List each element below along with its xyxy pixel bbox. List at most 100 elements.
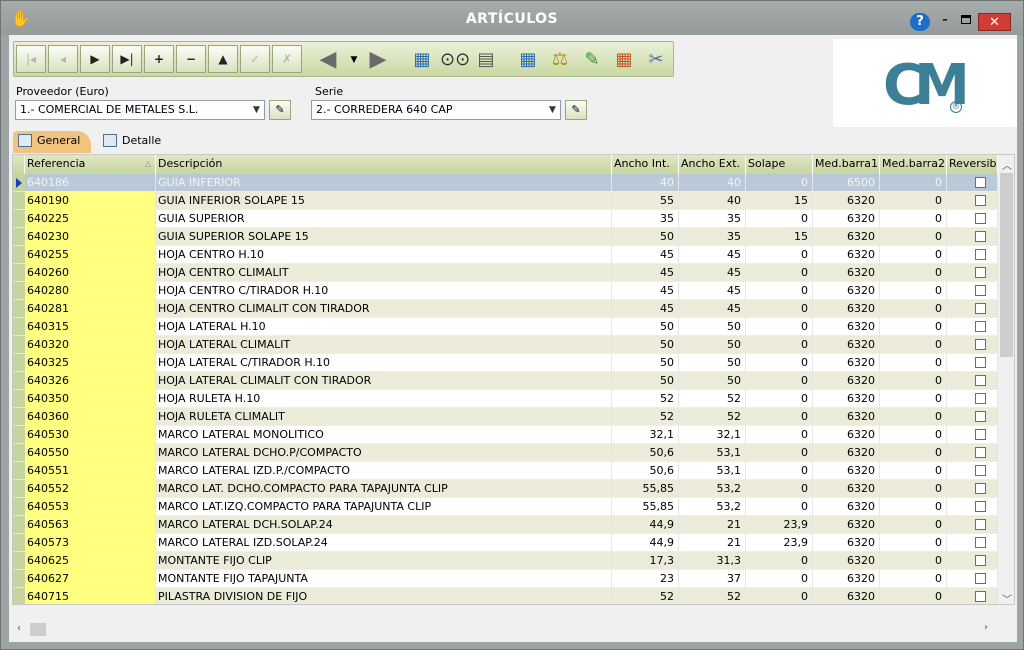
tab-detalle[interactable]: Detalle (98, 131, 168, 153)
table-row[interactable]: 640315 HOJA LATERAL H.10 50 50 0 6320 0 (13, 318, 998, 336)
cell-ref[interactable]: 640552 (25, 480, 156, 498)
header-ancho-ext[interactable]: Ancho Ext. (679, 155, 746, 174)
row-indicator[interactable] (13, 390, 25, 408)
currency-icon[interactable]: ✎ (578, 46, 606, 74)
cell-sol[interactable]: 0 (746, 588, 813, 604)
cell-ae[interactable]: 40 (679, 192, 746, 210)
reversible-checkbox[interactable] (975, 393, 986, 404)
cell-sol[interactable]: 23,9 (746, 534, 813, 552)
cell-ai[interactable]: 52 (612, 390, 679, 408)
cell-ref[interactable]: 640625 (25, 552, 156, 570)
printer-icon[interactable]: ▤ (472, 46, 500, 74)
row-indicator[interactable] (13, 264, 25, 282)
cell-ae[interactable]: 53,2 (679, 480, 746, 498)
header-referencia[interactable]: Referencia △ (25, 155, 156, 174)
cell-ae[interactable]: 50 (679, 372, 746, 390)
cell-sol[interactable]: 0 (746, 552, 813, 570)
cell-mb1[interactable]: 6320 (813, 390, 880, 408)
cell-mb2[interactable]: 0 (880, 390, 947, 408)
cell-mb1[interactable]: 6320 (813, 462, 880, 480)
reversible-checkbox[interactable] (975, 321, 986, 332)
cell-ai[interactable]: 50 (612, 372, 679, 390)
table-row[interactable]: 640190 GUIA INFERIOR SOLAPE 15 55 40 15 6320 0 (13, 192, 998, 210)
cell-ae[interactable]: 53,2 (679, 498, 746, 516)
row-indicator[interactable] (13, 552, 25, 570)
cell-desc[interactable]: HOJA LATERAL C/TIRADOR H.10 (156, 354, 612, 372)
cell-sol[interactable]: 0 (746, 318, 813, 336)
table-row[interactable]: 640715 PILASTRA DIVISION DE FIJO 52 52 0 6320… (13, 588, 998, 604)
cell-sol[interactable]: 0 (746, 372, 813, 390)
cell-ref[interactable]: 640530 (25, 426, 156, 444)
reversible-checkbox[interactable] (975, 177, 986, 188)
table-row[interactable]: 640360 HOJA RULETA CLIMALIT 52 52 0 6320 0 (13, 408, 998, 426)
row-indicator[interactable] (13, 282, 25, 300)
reversible-checkbox[interactable] (975, 267, 986, 278)
cell-sol[interactable]: 23,9 (746, 516, 813, 534)
cell-ae[interactable]: 52 (679, 588, 746, 604)
cell-ai[interactable]: 50 (612, 228, 679, 246)
cell-mb1[interactable]: 6320 (813, 264, 880, 282)
row-indicator[interactable] (13, 174, 25, 192)
table-row[interactable]: 640530 MARCO LATERAL MONOLITICO 32,1 32,1 0 6… (13, 426, 998, 444)
maximize-button[interactable] (956, 11, 976, 29)
table-row[interactable]: 640551 MARCO LATERAL IZD.P./COMPACTO 50,6 5… (13, 462, 998, 480)
cell-mb1[interactable]: 6320 (813, 300, 880, 318)
cell-ai[interactable]: 45 (612, 264, 679, 282)
cell-desc[interactable]: GUIA SUPERIOR (156, 210, 612, 228)
header-reversible[interactable]: Reversible (947, 155, 998, 174)
cell-mb1[interactable]: 6320 (813, 516, 880, 534)
cell-ae[interactable]: 53,1 (679, 444, 746, 462)
cell-sol[interactable]: 0 (746, 210, 813, 228)
edit-proveedor-button[interactable]: ✎ (269, 100, 291, 120)
scroll-down-icon[interactable]: ﹀ (1002, 591, 1012, 604)
cell-sol[interactable]: 15 (746, 192, 813, 210)
cell-mb2[interactable]: 0 (880, 552, 947, 570)
row-indicator[interactable] (13, 336, 25, 354)
cell-sol[interactable]: 0 (746, 246, 813, 264)
cell-desc[interactable]: HOJA CENTRO CLIMALIT CON TIRADOR (156, 300, 612, 318)
cell-mb1[interactable]: 6320 (813, 552, 880, 570)
reversible-checkbox[interactable] (975, 465, 986, 476)
row-indicator[interactable] (13, 372, 25, 390)
minimize-button[interactable]: – (935, 11, 955, 29)
cell-mb1[interactable]: 6320 (813, 498, 880, 516)
reversible-checkbox[interactable] (975, 249, 986, 260)
cell-desc[interactable]: MARCO LAT.IZQ.COMPACTO PARA TAPAJUNTA CL… (156, 498, 612, 516)
table-row[interactable]: 640225 GUIA SUPERIOR 35 35 0 6320 0 (13, 210, 998, 228)
cell-ref[interactable]: 640255 (25, 246, 156, 264)
cell-desc[interactable]: MARCO LATERAL IZD.P./COMPACTO (156, 462, 612, 480)
forward-arrow-icon[interactable]: ▶ (364, 46, 392, 74)
cell-mb1[interactable]: 6500 (813, 174, 880, 192)
cell-sol[interactable]: 0 (746, 336, 813, 354)
horizontal-scrollbar[interactable]: ‹ › (12, 621, 997, 638)
cell-mb1[interactable]: 6320 (813, 570, 880, 588)
scroll-right-icon[interactable]: › (984, 622, 988, 633)
cell-desc[interactable]: GUIA SUPERIOR SOLAPE 15 (156, 228, 612, 246)
edit-record-button[interactable]: ▲ (208, 45, 238, 73)
cell-ref[interactable]: 640573 (25, 534, 156, 552)
cell-mb1[interactable]: 6320 (813, 282, 880, 300)
cell-sol[interactable]: 0 (746, 462, 813, 480)
table-row[interactable]: 640627 MONTANTE FIJO TAPAJUNTA 23 37 0 6320 0 (13, 570, 998, 588)
cell-mb1[interactable]: 6320 (813, 372, 880, 390)
help-button[interactable]: ? (910, 13, 930, 31)
table-row[interactable]: 640281 HOJA CENTRO CLIMALIT CON TIRADOR 45… (13, 300, 998, 318)
scales-icon[interactable]: ⚖ (546, 46, 574, 74)
cell-desc[interactable]: MONTANTE FIJO TAPAJUNTA (156, 570, 612, 588)
header-med-barra1[interactable]: Med.barra1 (813, 155, 880, 174)
cell-mb1[interactable]: 6320 (813, 318, 880, 336)
cell-sol[interactable]: 0 (746, 444, 813, 462)
cell-ae[interactable]: 50 (679, 354, 746, 372)
cell-ae[interactable]: 52 (679, 390, 746, 408)
cell-mb2[interactable]: 0 (880, 588, 947, 604)
reversible-checkbox[interactable] (975, 213, 986, 224)
cell-ref[interactable]: 640326 (25, 372, 156, 390)
row-indicator[interactable] (13, 354, 25, 372)
cell-mb2[interactable]: 0 (880, 408, 947, 426)
cell-desc[interactable]: HOJA LATERAL CLIMALIT CON TIRADOR (156, 372, 612, 390)
cell-ae[interactable]: 45 (679, 300, 746, 318)
back-arrow-icon[interactable]: ◀ (314, 46, 342, 74)
cell-mb2[interactable]: 0 (880, 264, 947, 282)
cell-ae[interactable]: 50 (679, 336, 746, 354)
cell-ae[interactable]: 45 (679, 282, 746, 300)
